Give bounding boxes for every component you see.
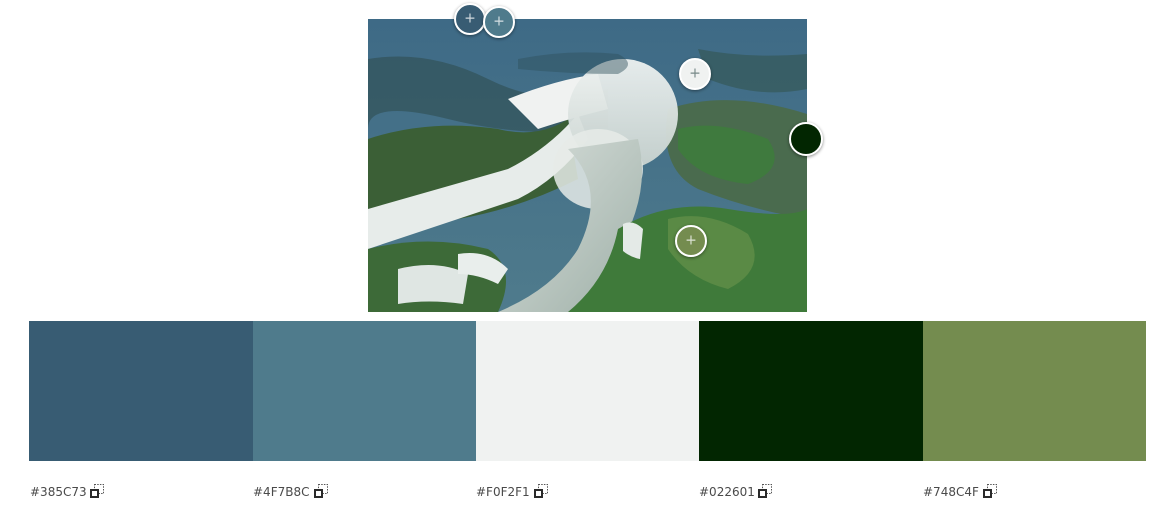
color-marker-1[interactable]: + [454,3,486,35]
plus-icon: + [685,232,697,249]
color-swatch-5[interactable] [923,321,1146,461]
copy-icon[interactable] [757,483,773,499]
color-swatch-1[interactable] [29,321,253,461]
hex-label-2: #4F7B8C [253,485,310,499]
copy-icon[interactable] [533,483,549,499]
color-marker-5[interactable]: + [675,225,707,257]
hex-label-1: #385C73 [30,485,87,499]
color-swatch-2[interactable] [253,321,476,461]
color-marker-4[interactable] [789,122,823,156]
hex-label-3: #F0F2F1 [476,485,530,499]
color-swatch-4[interactable] [699,321,923,461]
copy-icon[interactable] [313,483,329,499]
copy-icon[interactable] [89,483,105,499]
plus-icon: + [493,13,505,30]
hex-label-4: #022601 [699,485,755,499]
plus-icon: + [689,65,701,82]
hex-label-5: #748C4F [923,485,979,499]
source-photo [368,19,807,312]
plus-icon: + [464,10,476,27]
color-marker-2[interactable]: + [483,6,515,38]
color-marker-3[interactable]: + [679,58,711,90]
copy-icon[interactable] [982,483,998,499]
color-swatch-3[interactable] [476,321,699,461]
